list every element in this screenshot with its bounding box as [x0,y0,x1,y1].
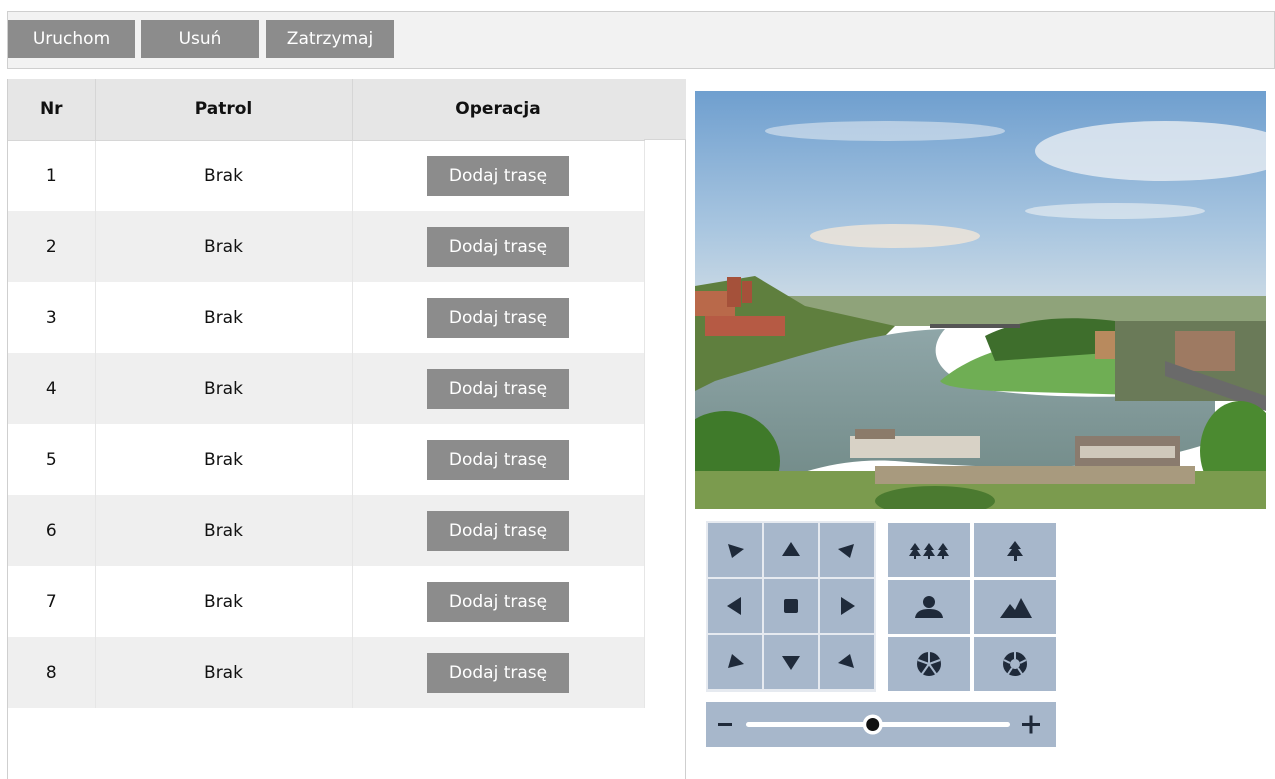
pan-up-right-button[interactable] [820,523,874,577]
start-button[interactable]: Uruchom [8,20,135,58]
add-route-button[interactable]: Dodaj trasę [427,368,569,409]
row-number: 1 [8,140,96,211]
row-operation: Dodaj trasę [352,637,645,708]
minus-icon[interactable] [718,723,732,726]
plus-icon[interactable] [1022,715,1040,734]
row-patrol: Brak [95,495,353,566]
table-row: 6 Brak Dodaj trasę [8,495,645,566]
add-route-button[interactable]: Dodaj trasę [427,226,569,267]
pan-left-button[interactable] [708,579,762,633]
person-focus-icon [915,596,943,618]
ptz-direction-pad [706,521,876,692]
row-operation: Dodaj trasę [352,566,645,637]
iris-open-icon [1003,652,1027,676]
row-operation: Dodaj trasę [352,353,645,424]
row-patrol: Brak [95,353,353,424]
pan-up-button[interactable] [764,523,818,577]
ptz-speed-control [706,702,1056,747]
speed-slider-graphic [718,714,1040,735]
iris-close-icon [917,652,941,676]
pan-up-left-button[interactable] [708,523,762,577]
table-row: 5 Brak Dodaj trasę [8,424,645,495]
row-operation: Dodaj trasę [352,424,645,495]
mountain-focus-icon [1000,598,1032,618]
trees-wide-icon [909,543,949,559]
row-number: 3 [8,282,96,353]
live-video-view[interactable] [695,91,1266,509]
arrow-up-left-icon [728,544,744,558]
add-route-button[interactable]: Dodaj trasę [427,297,569,338]
pan-down-left-button[interactable] [708,635,762,689]
row-number: 4 [8,353,96,424]
row-patrol: Brak [95,282,353,353]
row-patrol: Brak [95,637,353,708]
arrow-down-left-icon [728,654,744,668]
delete-button[interactable]: Usuń [141,20,259,58]
row-operation: Dodaj trasę [352,211,645,282]
arrow-left-icon [727,597,741,615]
column-header-operation: Operacja [352,79,645,141]
add-route-button[interactable]: Dodaj trasę [427,652,569,693]
patrol-panel: Nr Patrol Operacja 1 Brak Dodaj trasę 2 … [7,79,686,779]
speed-slider-thumb-core [866,718,880,731]
row-number: 6 [8,495,96,566]
focus-near-button[interactable] [888,580,970,634]
pan-stop-button[interactable] [764,579,818,633]
pan-down-button[interactable] [764,635,818,689]
table-header-filler [644,79,686,140]
tree-tele-icon [1007,541,1023,561]
row-number: 5 [8,424,96,495]
row-operation: Dodaj trasę [352,495,645,566]
zoom-wide-button[interactable] [888,523,970,577]
patrol-table: Nr Patrol Operacja 1 Brak Dodaj trasę 2 … [8,79,645,708]
row-patrol: Brak [95,566,353,637]
pan-down-right-button[interactable] [820,635,874,689]
arrow-down-right-icon [838,654,854,668]
arrow-right-icon [841,597,855,615]
add-route-button[interactable]: Dodaj trasę [427,510,569,551]
column-header-nr: Nr [8,79,96,141]
stop-patrol-button[interactable]: Zatrzymaj [266,20,394,58]
row-operation: Dodaj trasę [352,140,645,211]
camera-image [695,91,1266,509]
add-route-button[interactable]: Dodaj trasę [427,581,569,622]
row-operation: Dodaj trasę [352,282,645,353]
row-number: 7 [8,566,96,637]
row-patrol: Brak [95,424,353,495]
pan-right-button[interactable] [820,579,874,633]
table-row: 4 Brak Dodaj trasę [8,353,645,424]
row-patrol: Brak [95,211,353,282]
add-route-button[interactable]: Dodaj trasę [427,155,569,196]
table-row: 8 Brak Dodaj trasę [8,637,645,708]
table-row: 1 Brak Dodaj trasę [8,140,645,211]
table-row: 7 Brak Dodaj trasę [8,566,645,637]
arrow-up-right-icon [838,544,854,558]
row-number: 2 [8,211,96,282]
arrow-up-icon [782,542,800,556]
arrow-down-icon [782,656,800,670]
row-patrol: Brak [95,140,353,211]
row-number: 8 [8,637,96,708]
column-header-patrol: Patrol [95,79,353,141]
add-route-button[interactable]: Dodaj trasę [427,439,569,480]
focus-far-button[interactable] [974,580,1056,634]
table-header-row: Nr Patrol Operacja [8,79,645,141]
table-row: 3 Brak Dodaj trasę [8,282,645,353]
iris-close-button[interactable] [888,637,970,691]
toolbar: Uruchom Usuń Zatrzymaj [7,11,1275,69]
stop-icon [784,599,798,613]
table-row: 2 Brak Dodaj trasę [8,211,645,282]
zoom-tele-button[interactable] [974,523,1056,577]
iris-open-button[interactable] [974,637,1056,691]
